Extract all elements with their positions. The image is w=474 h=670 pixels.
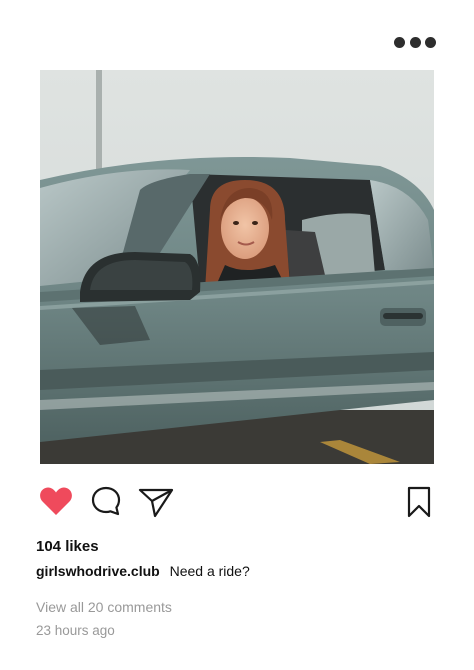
send-icon [138, 488, 174, 518]
bookmark-icon [407, 486, 431, 518]
username-link[interactable]: girlswhodrive.club [36, 563, 160, 579]
bookmark-button[interactable] [405, 486, 433, 518]
view-comments-link[interactable]: View all 20 comments [36, 599, 172, 615]
post-photo[interactable] [40, 70, 434, 464]
more-options-button[interactable] [394, 35, 436, 49]
dot-icon [394, 36, 405, 48]
heart-icon [40, 487, 72, 515]
dot-icon [425, 36, 436, 48]
post-timestamp: 23 hours ago [36, 623, 115, 638]
car-photo-illustration [40, 70, 434, 464]
comment-icon [91, 486, 121, 516]
caption-text: Need a ride? [169, 563, 250, 579]
comment-button[interactable] [90, 485, 122, 517]
like-button[interactable] [39, 485, 73, 517]
dot-icon [409, 36, 421, 48]
share-button[interactable] [138, 486, 174, 518]
likes-count[interactable]: 104 likes [36, 538, 99, 555]
post-caption: girlswhodrive.club Need a ride? [36, 563, 250, 579]
